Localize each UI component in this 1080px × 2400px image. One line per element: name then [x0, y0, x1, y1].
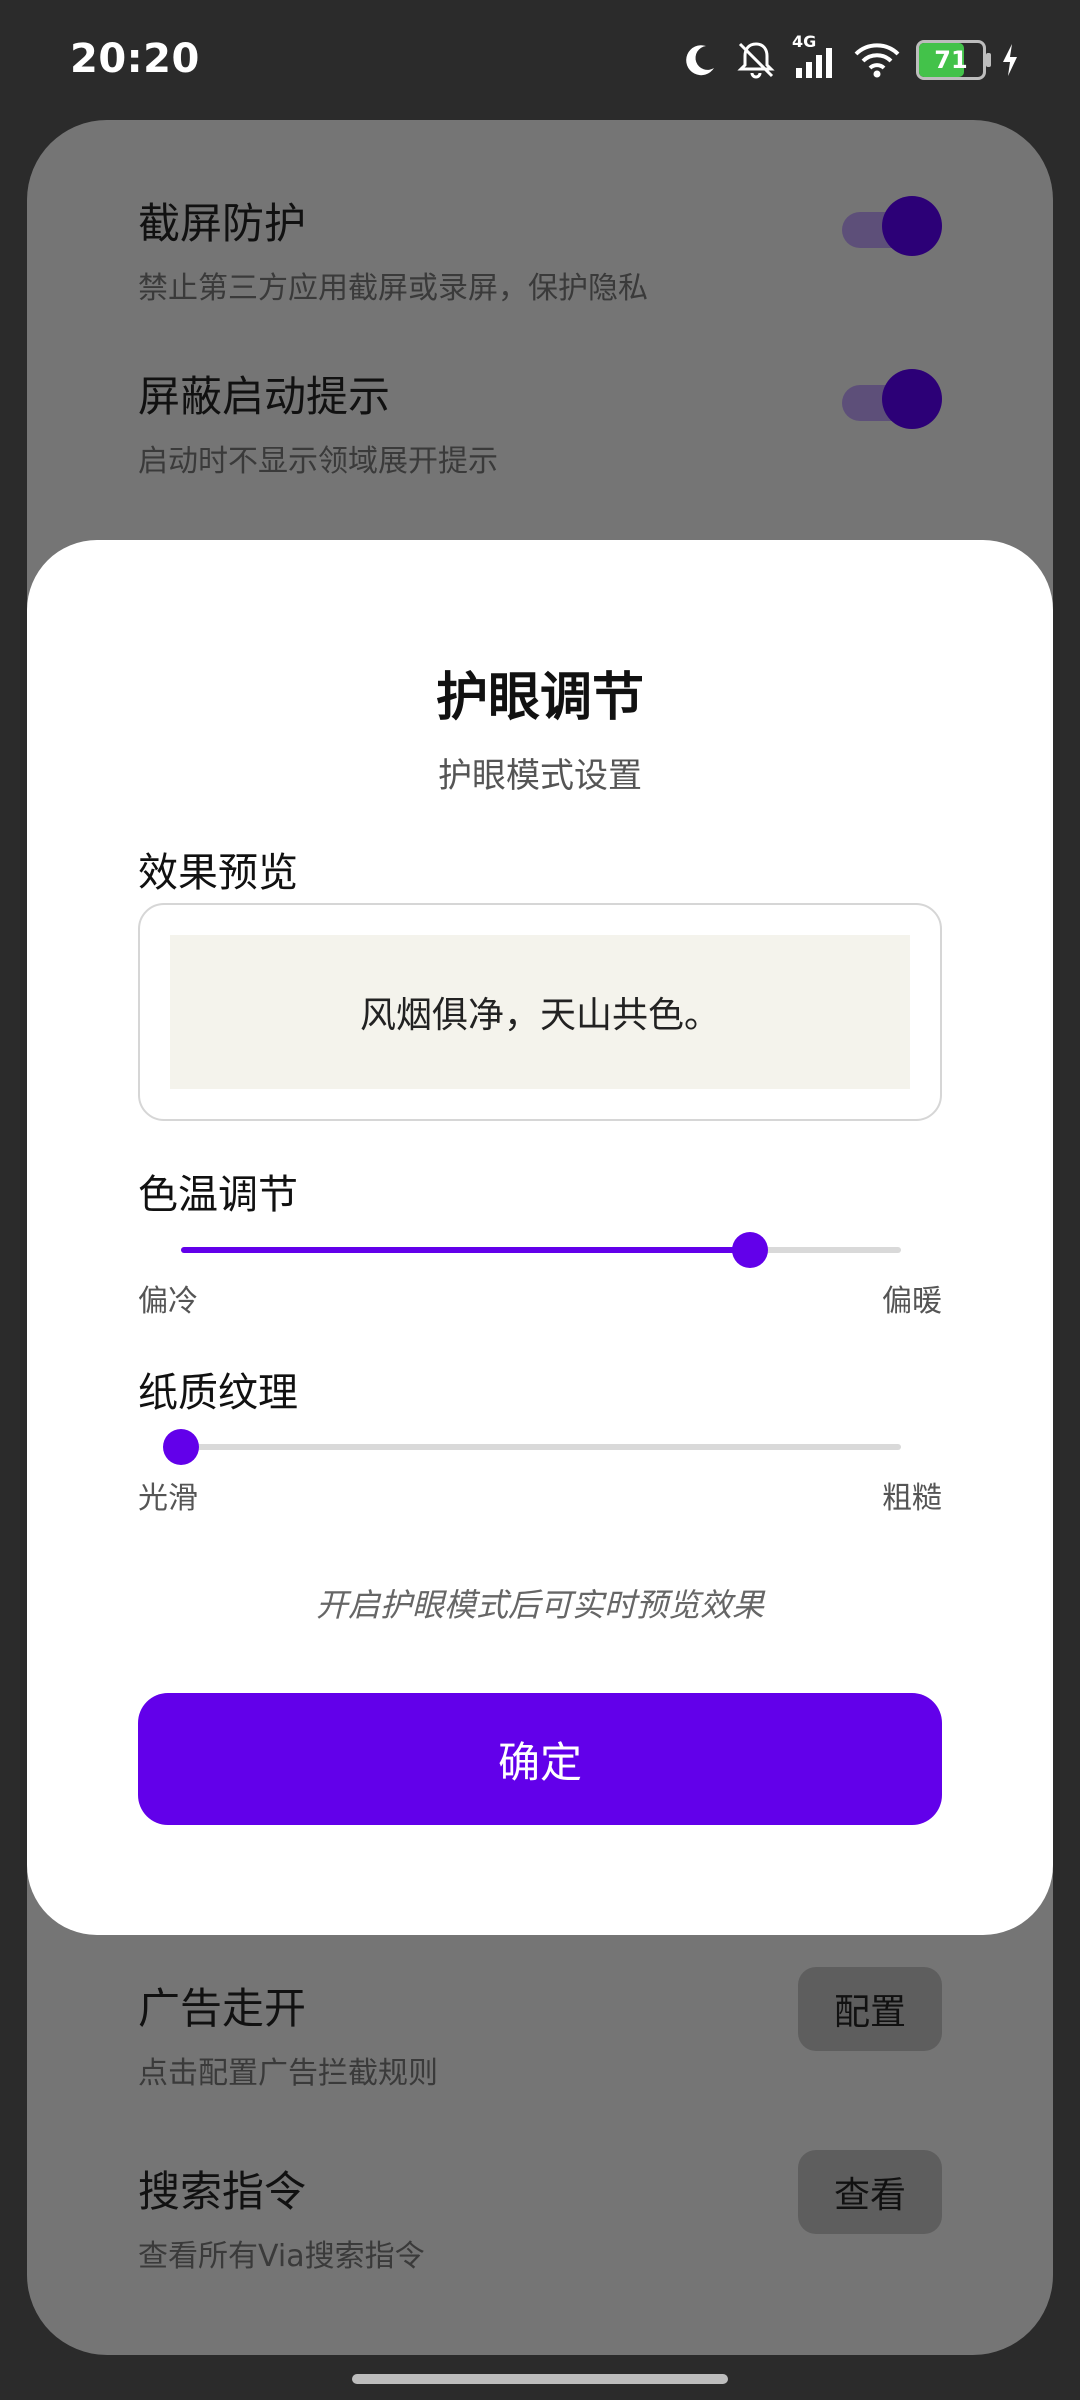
- hide-launch-tip-toggle[interactable]: [842, 369, 942, 429]
- slider-thumb[interactable]: [732, 1232, 768, 1268]
- bell-off-icon: [734, 38, 778, 82]
- preview-box: 风烟俱净，天山共色。: [138, 903, 942, 1121]
- setting-desc: 点击配置广告拦截规则: [138, 2056, 438, 2091]
- color-temp-max-label: 偏暖: [882, 1284, 942, 1319]
- slider-thumb[interactable]: [163, 1429, 199, 1465]
- setting-row-search-commands: 搜索指令 查看所有Via搜索指令 查看: [138, 2150, 942, 2275]
- setting-desc: 启动时不显示领域展开提示: [138, 444, 498, 479]
- charging-bolt-icon: [1000, 42, 1020, 78]
- setting-title: 截屏防护: [138, 199, 307, 248]
- battery-level: 71: [934, 46, 968, 74]
- status-bar: 20:20 4G 71: [0, 0, 1080, 120]
- setting-row-ad-block: 广告走开 点击配置广告拦截规则 配置: [138, 1967, 942, 2092]
- texture-min-label: 光滑: [138, 1481, 198, 1516]
- cellular-signal-icon: 4G: [792, 32, 838, 82]
- status-icons: 4G 71: [680, 32, 1020, 88]
- texture-label: 纸质纹理: [138, 1370, 298, 1416]
- wifi-icon: [852, 38, 902, 82]
- setting-row-screenshot-protection: 截屏防护 禁止第三方应用截屏或录屏，保护隐私: [138, 190, 942, 307]
- preview-label: 效果预览: [138, 850, 298, 896]
- setting-desc: 查看所有Via搜索指令: [138, 2239, 425, 2274]
- view-button[interactable]: 查看: [797, 2150, 942, 2234]
- screenshot-protection-toggle[interactable]: [842, 196, 942, 256]
- dialog-subtitle: 护眼模式设置: [438, 756, 642, 796]
- setting-row-hide-launch-tip: 屏蔽启动提示 启动时不显示领域展开提示: [138, 363, 942, 480]
- slider-active-track: [181, 1247, 750, 1253]
- color-temp-slider[interactable]: [181, 1229, 901, 1269]
- preview-hint: 开启护眼模式后可实时预览效果: [315, 1586, 764, 1624]
- preview-sample-text: 风烟俱净，天山共色。: [170, 935, 910, 1089]
- confirm-button[interactable]: 确定: [138, 1693, 942, 1825]
- battery-icon: 71: [916, 40, 991, 80]
- status-time: 20:20: [70, 36, 200, 82]
- texture-max-label: 粗糙: [882, 1481, 942, 1516]
- moon-icon: [680, 40, 720, 80]
- texture-slider[interactable]: [163, 1426, 901, 1466]
- setting-desc: 禁止第三方应用截屏或录屏，保护隐私: [138, 271, 648, 306]
- dialog-title: 护眼调节: [435, 668, 644, 728]
- setting-title: 屏蔽启动提示: [138, 372, 391, 421]
- color-temp-min-label: 偏冷: [138, 1284, 198, 1319]
- eye-care-dialog: 护眼调节 护眼模式设置 效果预览 风烟俱净，天山共色。 色温调节 偏冷 偏暖 纸…: [27, 540, 1053, 1935]
- color-temp-label: 色温调节: [138, 1172, 298, 1218]
- configure-button[interactable]: 配置: [797, 1967, 942, 2051]
- home-indicator[interactable]: [352, 2374, 728, 2384]
